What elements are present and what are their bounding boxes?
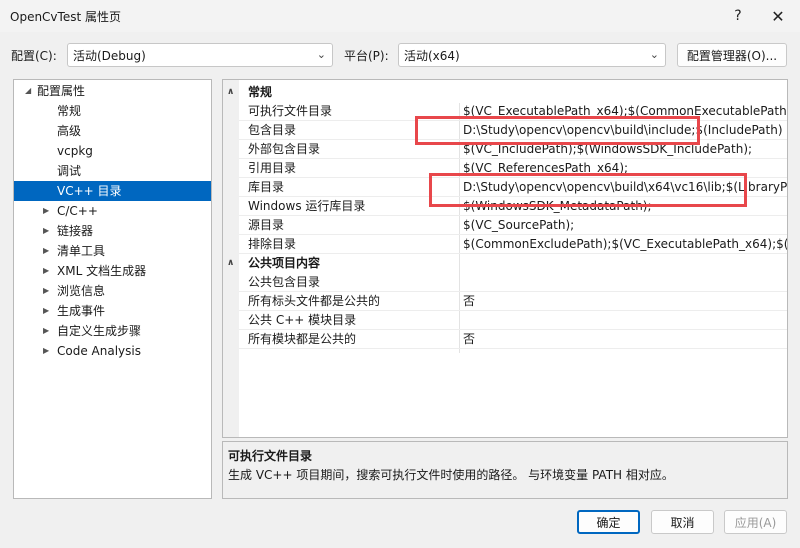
tree-item-label: 链接器 [57, 224, 94, 238]
tree-item[interactable]: ◢ 配置属性 [14, 81, 211, 101]
property-row[interactable]: 排除目录 $(CommonExcludePath);$(VC_Executable… [223, 235, 787, 254]
highlight-box-library [429, 173, 747, 207]
close-button[interactable]: ✕ [756, 0, 800, 32]
tree-item[interactable]: 常规 [14, 101, 211, 121]
property-row[interactable]: 公共包含目录 [223, 273, 787, 292]
property-name: 可执行文件目录 [248, 104, 333, 118]
chevron-down-icon: ⌄ [649, 48, 659, 61]
title-bar: OpenCvTest 属性页 ? ✕ [0, 0, 800, 32]
collapse-triangle-icon[interactable]: ▶ [43, 221, 49, 241]
tree-item[interactable]: ▶ 自定义生成步骤 [14, 321, 211, 341]
config-dropdown[interactable]: 活动(Debug) ⌄ [67, 43, 333, 67]
category-row[interactable]: ∧ 公共项目内容 [223, 254, 787, 273]
property-row[interactable]: 源目录 $(VC_SourcePath); [223, 216, 787, 235]
cancel-button[interactable]: 取消 [651, 510, 714, 534]
property-name: 包含目录 [248, 123, 297, 137]
property-name: 源目录 [248, 218, 285, 232]
property-row[interactable]: 公共 C++ 模块目录 [223, 311, 787, 330]
chevron-down-icon: ⌄ [316, 48, 326, 61]
tree-item[interactable]: ▶ Code Analysis [14, 341, 211, 361]
tree-item[interactable]: ▶ C/C++ [14, 201, 211, 221]
collapse-triangle-icon[interactable]: ▶ [43, 341, 49, 361]
description-title: 可执行文件目录 [228, 449, 313, 463]
description-panel: 可执行文件目录 生成 VC++ 项目期间，搜索可执行文件时使用的路径。 与环境变… [222, 441, 788, 499]
property-name: 所有标头文件都是公共的 [248, 294, 381, 308]
property-name: 所有模块都是公共的 [248, 332, 357, 346]
platform-dropdown[interactable]: 活动(x64) ⌄ [398, 43, 666, 67]
collapse-triangle-icon[interactable]: ▶ [43, 301, 49, 321]
tree-item-label: VC++ 目录 [57, 184, 122, 198]
category-label: 常规 [248, 85, 273, 99]
collapse-triangle-icon[interactable]: ▶ [43, 321, 49, 341]
tree-item[interactable]: ▶ 链接器 [14, 221, 211, 241]
row-separator [239, 348, 787, 349]
highlight-box-include [415, 116, 700, 145]
ok-button[interactable]: 确定 [577, 510, 640, 534]
tree-item-label: 常规 [57, 104, 82, 118]
property-name: Windows 运行库目录 [248, 199, 366, 213]
tree-item[interactable]: ▶ XML 文档生成器 [14, 261, 211, 281]
property-value[interactable]: $(VC_SourcePath); [463, 216, 574, 235]
tree-item[interactable]: ▶ 清单工具 [14, 241, 211, 261]
property-tree[interactable]: ◢ 配置属性常规高级 vcpkg 调试 VC++ 目录 ▶ C/C++ ▶ 链接器 ▶ 清单工具 ▶ X… [13, 79, 212, 499]
tree-item-label: 清单工具 [57, 244, 106, 258]
apply-button[interactable]: 应用(A) [724, 510, 787, 534]
property-name: 外部包含目录 [248, 142, 321, 156]
category-row[interactable]: ∧ 常规 [223, 83, 787, 102]
category-label: 公共项目内容 [248, 256, 321, 270]
collapse-icon[interactable]: ∧ [227, 83, 234, 102]
tree-item[interactable]: VC++ 目录 [14, 181, 211, 201]
tree-item[interactable]: 调试 [14, 161, 211, 181]
tree-item-label: vcpkg [57, 144, 93, 158]
property-name: 公共 C++ 模块目录 [248, 313, 357, 327]
tree-item-label: Code Analysis [57, 344, 141, 358]
tree-item[interactable]: ▶ 浏览信息 [14, 281, 211, 301]
config-manager-button[interactable]: 配置管理器(O)... [677, 43, 787, 67]
tree-item-label: 生成事件 [57, 304, 106, 318]
collapse-icon[interactable]: ∧ [227, 254, 234, 273]
tree-item-label: 浏览信息 [57, 284, 106, 298]
description-text: 生成 VC++ 项目期间，搜索可执行文件时使用的路径。 与环境变量 PATH 相… [228, 468, 674, 482]
collapse-triangle-icon[interactable]: ▶ [43, 241, 49, 261]
platform-label: 平台(P): [344, 49, 389, 63]
tree-item[interactable]: 高级 [14, 121, 211, 141]
property-row[interactable]: 所有模块都是公共的 否 [223, 330, 787, 349]
tree-item-label: 调试 [57, 164, 82, 178]
property-value[interactable]: 否 [463, 330, 475, 349]
collapse-triangle-icon[interactable]: ▶ [43, 261, 49, 281]
expand-triangle-icon[interactable]: ◢ [25, 81, 31, 101]
property-value[interactable]: $(CommonExcludePath);$(VC_ExecutablePath… [463, 235, 787, 254]
property-name: 库目录 [248, 180, 285, 194]
platform-value: 活动(x64) [404, 48, 460, 63]
collapse-triangle-icon[interactable]: ▶ [43, 201, 49, 221]
property-name: 引用目录 [248, 161, 297, 175]
tree-item-label: 自定义生成步骤 [57, 324, 142, 338]
tree-item-label: 配置属性 [37, 84, 86, 98]
tree-item[interactable]: ▶ 生成事件 [14, 301, 211, 321]
property-value[interactable]: 否 [463, 292, 475, 311]
tree-item-label: XML 文档生成器 [57, 264, 147, 278]
tree-item[interactable]: vcpkg [14, 141, 211, 161]
config-label: 配置(C): [11, 49, 57, 63]
tree-item-label: C/C++ [57, 204, 98, 218]
config-value: 活动(Debug) [73, 48, 146, 63]
collapse-triangle-icon[interactable]: ▶ [43, 281, 49, 301]
window-title: OpenCvTest 属性页 [10, 10, 121, 24]
tree-item-label: 高级 [57, 124, 82, 138]
property-name: 公共包含目录 [248, 275, 321, 289]
property-name: 排除目录 [248, 237, 297, 251]
property-row[interactable]: 所有标头文件都是公共的 否 [223, 292, 787, 311]
help-button[interactable]: ? [716, 0, 760, 32]
